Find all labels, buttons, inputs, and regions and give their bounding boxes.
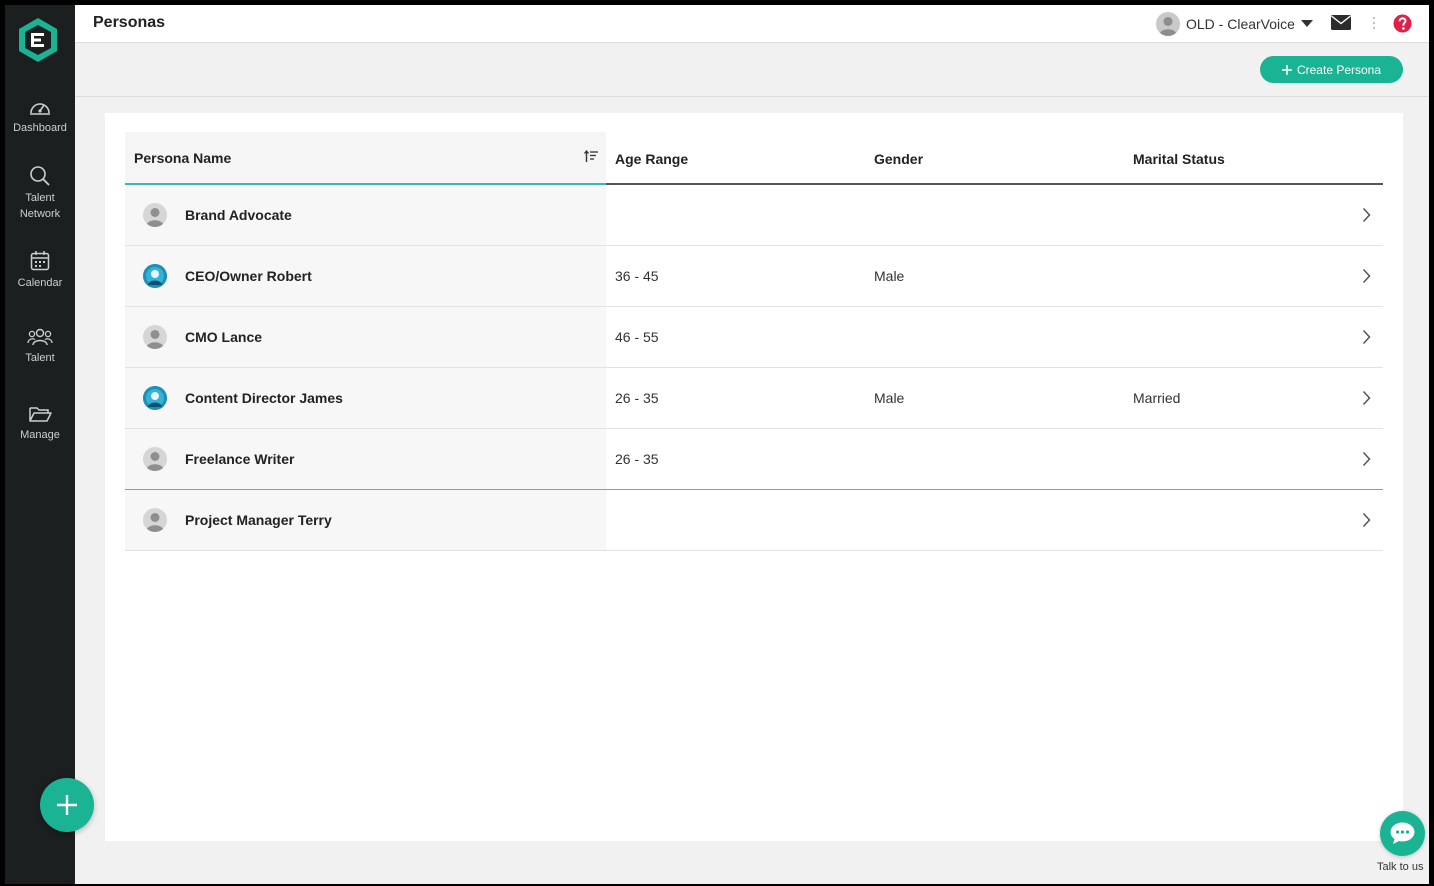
persona-name[interactable]: Project Manager Terry xyxy=(185,512,332,528)
sidebar-item-label: Talent Network xyxy=(19,192,61,220)
age-range-cell: 36 - 45 xyxy=(615,268,659,284)
persona-name-cell: Project Manager Terry xyxy=(125,490,606,550)
table-row[interactable]: Content Director James 26 - 35 Male Married xyxy=(125,368,1383,429)
persona-name-cell: Content Director James xyxy=(125,368,606,428)
age-range-cell: 46 - 55 xyxy=(615,329,659,345)
chat-button[interactable] xyxy=(1380,811,1425,856)
mail-icon[interactable] xyxy=(1331,15,1351,30)
table-row[interactable]: CMO Lance 46 - 55 xyxy=(125,307,1383,368)
sidebar: Dashboard Talent Network Calendar Talent… xyxy=(5,5,75,884)
sidebar-item-label: Manage xyxy=(20,429,60,441)
chevron-right-icon[interactable] xyxy=(1362,329,1371,345)
caret-down-icon xyxy=(1300,20,1313,27)
top-header: Personas OLD - ClearVoice xyxy=(75,5,1429,43)
persona-avatar xyxy=(143,508,167,532)
sort-icon[interactable] xyxy=(584,150,598,163)
add-fab-button[interactable] xyxy=(40,778,94,832)
page-toolbar: Create Persona xyxy=(75,44,1429,97)
sidebar-item-talent[interactable]: Talent xyxy=(5,327,75,366)
gender-cell: Male xyxy=(874,268,905,284)
table-header: Persona Name Age Range Gender Marital St… xyxy=(125,132,1383,185)
persona-avatar xyxy=(143,386,167,410)
persona-name-cell: CEO/Owner Robert xyxy=(125,246,606,306)
plus-icon xyxy=(57,795,77,815)
column-header-gender[interactable]: Gender xyxy=(874,132,923,185)
table-row[interactable]: Project Manager Terry xyxy=(125,490,1383,551)
dashboard-icon xyxy=(30,103,50,115)
sidebar-item-dashboard[interactable]: Dashboard xyxy=(5,97,75,136)
create-persona-button[interactable]: Create Persona xyxy=(1260,56,1403,83)
persona-name-cell: CMO Lance xyxy=(125,307,606,367)
persona-avatar xyxy=(143,203,167,227)
plus-icon xyxy=(1281,64,1292,75)
clearvoice-logo[interactable] xyxy=(17,17,59,63)
people-icon xyxy=(27,328,53,346)
sidebar-item-label: Dashboard xyxy=(13,122,67,134)
calendar-icon xyxy=(30,251,50,271)
persona-name-cell: Brand Advocate xyxy=(125,185,606,245)
chevron-right-icon[interactable] xyxy=(1362,451,1371,467)
persona-name[interactable]: CEO/Owner Robert xyxy=(185,268,312,284)
chevron-right-icon[interactable] xyxy=(1362,207,1371,223)
column-label: Marital Status xyxy=(1133,150,1225,167)
table-row[interactable]: Freelance Writer 26 - 35 xyxy=(125,429,1383,490)
header-divider xyxy=(606,132,1383,185)
help-icon[interactable] xyxy=(1393,14,1412,33)
sidebar-item-talent-network[interactable]: Talent Network xyxy=(5,165,75,222)
column-label: Persona Name xyxy=(134,149,232,166)
chevron-right-icon[interactable] xyxy=(1362,268,1371,284)
age-range-cell: 26 - 35 xyxy=(615,390,659,406)
column-label: Age Range xyxy=(615,150,689,167)
persona-avatar xyxy=(143,264,167,288)
column-label: Gender xyxy=(874,150,924,167)
sidebar-item-calendar[interactable]: Calendar xyxy=(5,250,75,291)
folder-icon xyxy=(29,407,52,422)
page-title: Personas xyxy=(93,14,166,31)
persona-name[interactable]: CMO Lance xyxy=(185,329,262,345)
persona-name-cell: Freelance Writer xyxy=(125,429,606,489)
chevron-right-icon[interactable] xyxy=(1362,512,1371,528)
sidebar-item-label: Talent xyxy=(25,352,55,364)
marital-status-cell: Married xyxy=(1133,390,1181,406)
app-frame: Dashboard Talent Network Calendar Talent… xyxy=(5,5,1429,884)
persona-name[interactable]: Content Director James xyxy=(185,390,343,406)
persona-avatar xyxy=(143,447,167,471)
column-header-persona-name[interactable]: Persona Name xyxy=(125,132,606,185)
gender-cell: Male xyxy=(874,390,905,406)
account-name: OLD - ClearVoice xyxy=(1186,16,1295,32)
more-options-icon[interactable] xyxy=(1372,16,1376,30)
create-persona-label: Create Persona xyxy=(1296,62,1382,77)
sidebar-item-manage[interactable]: Manage xyxy=(5,404,75,443)
chat-label: Talk to us xyxy=(1377,861,1424,873)
avatar xyxy=(1156,12,1180,36)
persona-name[interactable]: Freelance Writer xyxy=(185,451,294,467)
age-range-cell: 26 - 35 xyxy=(615,451,659,467)
personas-panel: Persona Name Age Range Gender Marital St… xyxy=(105,113,1403,841)
column-header-age-range[interactable]: Age Range xyxy=(615,132,688,185)
account-switcher[interactable]: OLD - ClearVoice xyxy=(1156,12,1313,36)
chat-bubble-icon xyxy=(1390,822,1415,844)
sidebar-item-label: Calendar xyxy=(17,277,63,289)
column-header-marital-status[interactable]: Marital Status xyxy=(1133,132,1225,185)
search-icon xyxy=(30,166,50,186)
table-row[interactable]: Brand Advocate xyxy=(125,185,1383,246)
chevron-right-icon[interactable] xyxy=(1362,390,1371,406)
persona-name[interactable]: Brand Advocate xyxy=(185,207,292,223)
personas-table: Persona Name Age Range Gender Marital St… xyxy=(125,132,1383,551)
persona-avatar xyxy=(143,325,167,349)
table-body: Brand Advocate CEO/Owner Robert 36 - 45 Mal… xyxy=(125,185,1383,551)
table-row[interactable]: CEO/Owner Robert 36 - 45 Male xyxy=(125,246,1383,307)
